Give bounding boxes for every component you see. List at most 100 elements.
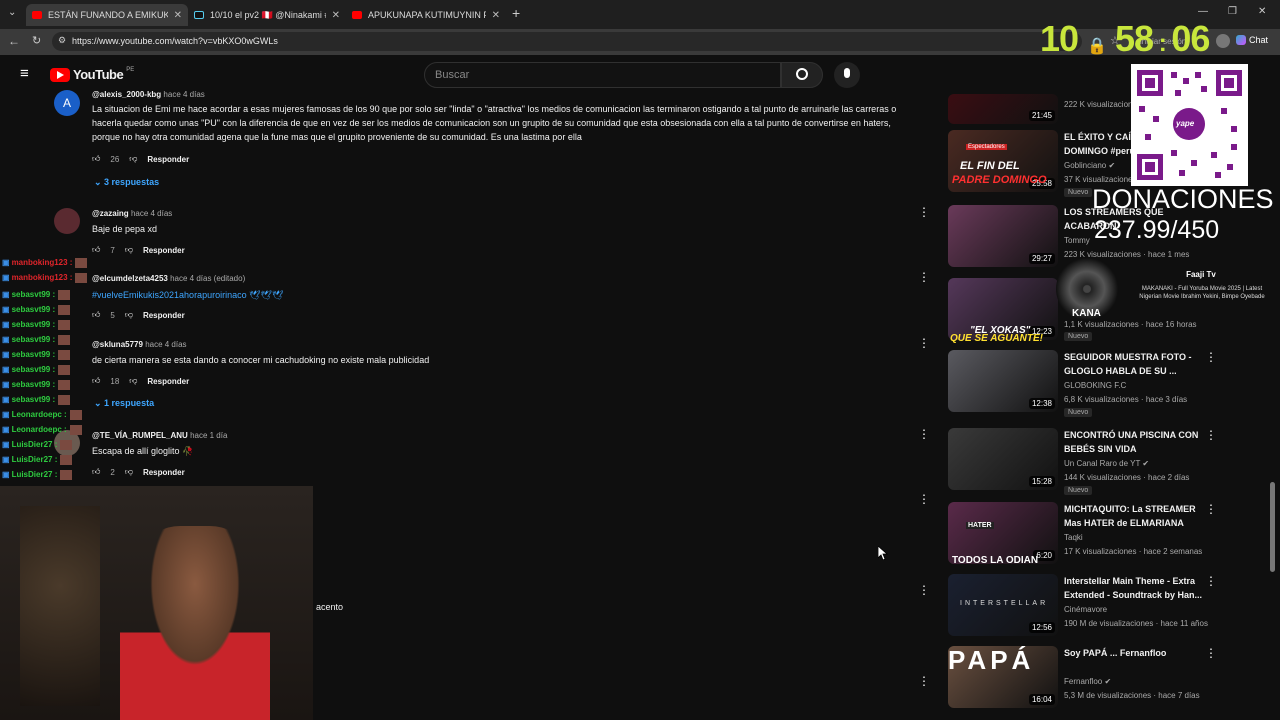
- video-title[interactable]: ENCONTRÓ UNA PISCINA CON BEBÉS SIN VIDA: [1064, 428, 1204, 456]
- avatar[interactable]: A: [54, 90, 80, 116]
- tab-1[interactable]: ESTÁN FUNANDO A EMIKUKIS DE ✕: [26, 4, 188, 26]
- reply-button[interactable]: Responder: [147, 155, 189, 164]
- more-options-icon[interactable]: ⋮: [918, 206, 930, 218]
- new-badge: Nuevo: [1064, 188, 1093, 197]
- video-channel[interactable]: Tommy: [1064, 234, 1090, 248]
- thumb-text: HATER: [966, 522, 994, 529]
- dislike-icon[interactable]: 👎︎: [125, 245, 133, 255]
- search-input[interactable]: Buscar: [424, 62, 781, 88]
- video-title[interactable]: SEGUIDOR MUESTRA FOTO - GLOGLO HABLA DE …: [1064, 350, 1204, 378]
- close-icon[interactable]: ✕: [492, 10, 500, 21]
- video-duration: 12:38: [1028, 398, 1055, 409]
- chat-button[interactable]: Chat: [1236, 35, 1268, 45]
- reload-icon[interactable]: ↻: [32, 34, 41, 47]
- like-icon[interactable]: 👍︎: [92, 245, 100, 255]
- video-channel[interactable]: Fernanfloo ✔: [1064, 675, 1111, 689]
- dislike-icon[interactable]: 👎︎: [125, 467, 133, 477]
- video-title[interactable]: MICHTAQUITO: La STREAMER Mas HATER de EL…: [1064, 502, 1204, 530]
- qr-brand-label: yape: [1176, 119, 1195, 128]
- comment-actions: 👍︎ 5 👎︎ Responder: [92, 310, 185, 320]
- more-options-icon[interactable]: ⋮: [918, 271, 930, 283]
- more-options-icon[interactable]: ⋮: [1205, 646, 1217, 660]
- more-options-icon[interactable]: ⋮: [1205, 350, 1217, 364]
- search-button[interactable]: [781, 62, 823, 88]
- more-options-icon[interactable]: ⋮: [918, 675, 930, 687]
- back-icon[interactable]: ←: [8, 34, 20, 48]
- reply-button[interactable]: Responder: [143, 311, 185, 320]
- comment-author[interactable]: @zazaing hace 4 días: [92, 207, 172, 221]
- comment-author[interactable]: @skluna5779 hace 4 días: [92, 338, 187, 352]
- chat-badge-icon: ▣: [2, 380, 10, 390]
- dislike-icon[interactable]: 👎︎: [129, 154, 137, 164]
- video-channel[interactable]: Goblinciano ✔: [1064, 159, 1115, 173]
- dislike-icon[interactable]: 👎︎: [125, 310, 133, 320]
- video-title[interactable]: Soy PAPÁ ... Fernanfloo: [1064, 646, 1204, 660]
- tab-3[interactable]: APUKUNAPA KUTIMUYNIN PV2 - E ✕: [346, 4, 506, 26]
- tab-2[interactable]: 10/10 el pv2 🇵🇪 @Ninakami #anim ✕: [188, 4, 346, 26]
- chat-message: ▣ sebasvt99 :: [2, 380, 71, 390]
- new-tab-icon[interactable]: +: [512, 5, 520, 21]
- chevron-down-icon: ⌄: [94, 398, 105, 408]
- scrollbar[interactable]: [1270, 482, 1275, 572]
- close-icon[interactable]: ✕: [332, 10, 340, 21]
- more-options-icon[interactable]: ⋮: [1205, 428, 1217, 442]
- video-thumbnail[interactable]: 21:45: [948, 94, 1058, 124]
- more-options-icon[interactable]: ⋮: [918, 584, 930, 596]
- emote-icon: [58, 380, 71, 390]
- webcam-feed: [0, 486, 313, 720]
- video-channel[interactable]: GLOBOKING F.C: [1064, 379, 1126, 393]
- comment-author[interactable]: @alexis_2000-kbg hace 4 días: [92, 88, 205, 102]
- comment-actions: 👍︎ 7 👎︎ Responder: [92, 245, 185, 255]
- comment-author[interactable]: @TE_VÍA_RUMPEL_ANU hace 1 día: [92, 429, 227, 443]
- video-meta: 5,3 M de visualizaciones · hace 7 días: [1064, 691, 1200, 700]
- video-duration: 16:04: [1028, 694, 1055, 705]
- site-info-icon[interactable]: ⚙: [58, 35, 66, 46]
- more-options-icon[interactable]: ⋮: [918, 337, 930, 349]
- reply-button[interactable]: Responder: [143, 246, 185, 255]
- minimize-icon[interactable]: —: [1198, 6, 1208, 17]
- avatar[interactable]: [54, 208, 80, 234]
- close-icon[interactable]: ✕: [174, 10, 182, 21]
- chat-username: sebasvt99 :: [11, 305, 56, 315]
- like-icon[interactable]: 👍︎: [92, 154, 100, 164]
- chat-badge-icon: ▣: [2, 410, 10, 420]
- dislike-icon[interactable]: 👎︎: [129, 376, 137, 386]
- avatar[interactable]: [1216, 34, 1230, 48]
- reply-button[interactable]: Responder: [147, 377, 189, 386]
- maximize-icon[interactable]: ❐: [1228, 6, 1237, 17]
- more-options-icon[interactable]: ⋮: [1205, 502, 1217, 516]
- more-options-icon[interactable]: ⋮: [1205, 574, 1217, 588]
- voice-search-button[interactable]: [834, 62, 860, 88]
- video-title[interactable]: Interstellar Main Theme - Extra Extended…: [1064, 574, 1204, 602]
- video-thumbnail[interactable]: 12:38: [948, 350, 1058, 412]
- new-badge: Nuevo: [1064, 486, 1093, 495]
- chat-username: Leonardoepc :: [11, 410, 67, 420]
- chat-message: ▣ manboking123 :: [2, 258, 88, 268]
- close-window-icon[interactable]: ✕: [1258, 6, 1266, 17]
- menu-icon[interactable]: ≡: [20, 66, 29, 81]
- video-channel[interactable]: Un Canal Raro de YT ✔: [1064, 457, 1149, 471]
- more-options-icon[interactable]: ⋮: [918, 428, 930, 440]
- like-icon[interactable]: 👍︎: [92, 310, 100, 320]
- youtube-logo[interactable]: YouTube PE: [50, 67, 134, 82]
- thumb-text: INTERSTELLAR: [960, 600, 1049, 607]
- more-options-icon[interactable]: ⋮: [918, 493, 930, 505]
- streamer-person: [120, 526, 270, 720]
- chat-message: ▣ sebasvt99 :: [2, 395, 71, 405]
- comment-author[interactable]: @elcumdelzeta4253 hace 4 días (editado): [92, 272, 245, 286]
- url-field[interactable]: ⚙ https://www.youtube.com/watch?v=vbKXO0…: [52, 32, 1082, 51]
- mouse-cursor: [878, 546, 888, 560]
- chat-badge-icon: ▣: [2, 365, 10, 375]
- view-replies-button[interactable]: ⌄ 1 respuesta: [94, 398, 154, 409]
- like-icon[interactable]: 👍︎: [92, 376, 100, 386]
- comment-text: acento: [316, 602, 344, 612]
- tab-list-icon[interactable]: ⌄: [8, 7, 16, 18]
- video-channel[interactable]: Taqki: [1064, 531, 1083, 545]
- video-channel[interactable]: Cinémavore: [1064, 603, 1107, 617]
- video-thumbnail[interactable]: 15:28: [948, 428, 1058, 490]
- view-replies-button[interactable]: ⌄ 3 respuestas: [94, 177, 159, 188]
- video-thumbnail[interactable]: 29:27: [948, 205, 1058, 267]
- like-icon[interactable]: 👍︎: [92, 467, 100, 477]
- emote-icon: [60, 455, 73, 465]
- reply-button[interactable]: Responder: [143, 468, 185, 477]
